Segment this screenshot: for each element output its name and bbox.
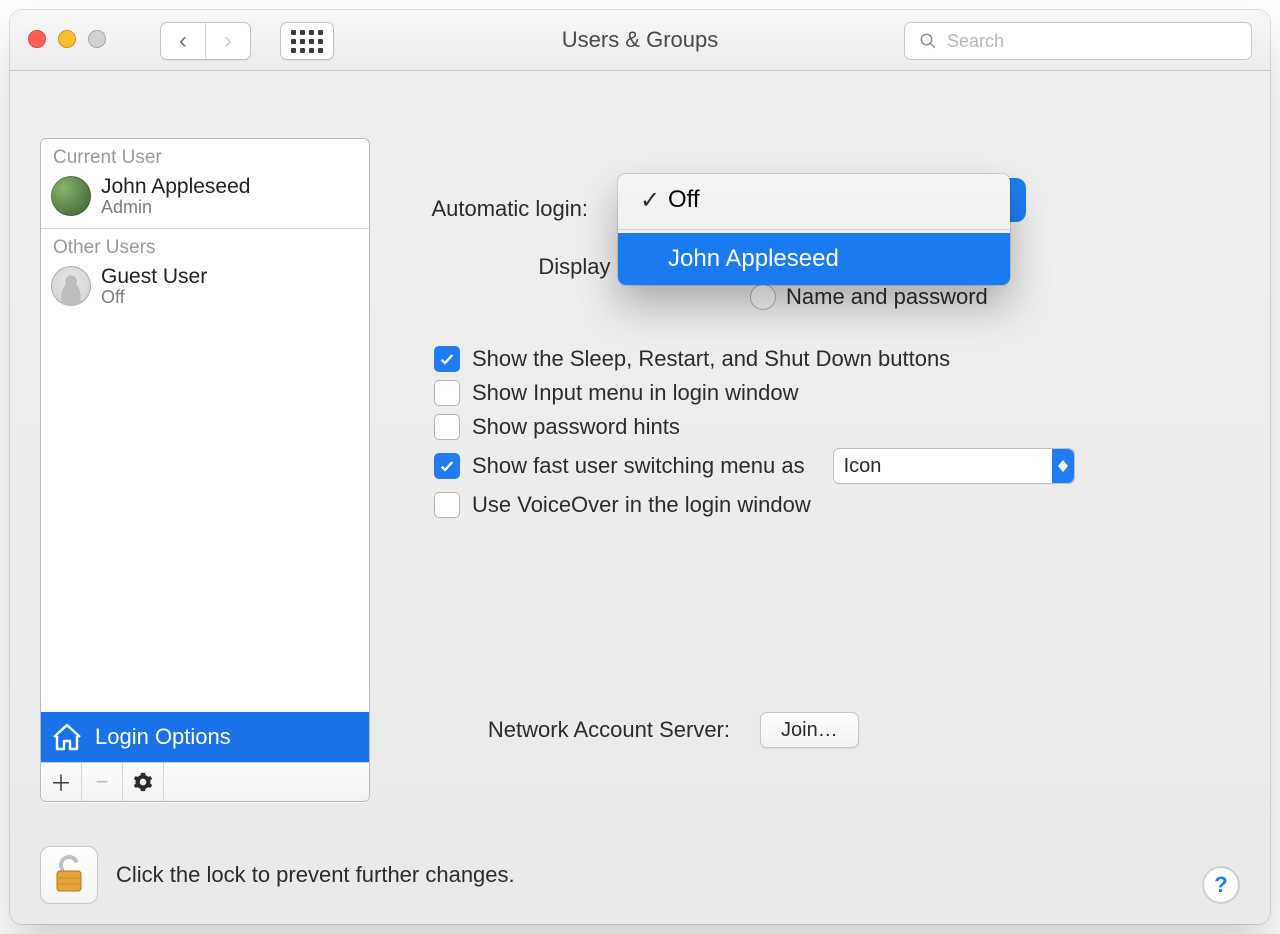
menu-item-label: Off <box>668 186 700 214</box>
sidebar-section-other: Other Users <box>41 229 369 261</box>
option-label: Show the Sleep, Restart, and Shut Down b… <box>472 346 950 372</box>
avatar <box>51 176 91 216</box>
sidebar-login-options[interactable]: Login Options <box>41 712 369 762</box>
help-button[interactable]: ? <box>1202 866 1240 904</box>
toolbar: ‹ › Users & Groups <box>10 10 1270 71</box>
sidebar-user-current[interactable]: John Appleseed Admin <box>41 171 369 224</box>
help-icon: ? <box>1214 872 1227 898</box>
minimize-window-button[interactable] <box>58 30 76 48</box>
join-button[interactable]: Join… <box>760 712 859 748</box>
option-label: Show password hints <box>472 414 680 440</box>
menu-separator <box>618 229 1010 230</box>
lock-button[interactable] <box>40 846 98 904</box>
menu-item-label: John Appleseed <box>668 245 839 273</box>
select-value: Icon <box>844 455 882 478</box>
sidebar-user-guest[interactable]: Guest User Off <box>41 261 369 314</box>
user-name: Guest User <box>101 265 207 288</box>
automatic-login-menu[interactable]: ✓ Off John Appleseed <box>618 174 1010 285</box>
grid-icon <box>291 30 323 53</box>
user-status: Off <box>101 288 207 308</box>
radio-name-and-password[interactable] <box>750 284 776 310</box>
zoom-window-button[interactable] <box>88 30 106 48</box>
automatic-login-label: Automatic login: <box>390 196 598 222</box>
user-name: John Appleseed <box>101 175 250 198</box>
checkbox[interactable] <box>434 453 460 479</box>
option-sleep-restart-shutdown[interactable]: Show the Sleep, Restart, and Shut Down b… <box>434 346 1240 372</box>
footer-text: Click the lock to prevent further change… <box>116 862 515 888</box>
close-window-button[interactable] <box>28 30 46 48</box>
checkbox[interactable] <box>434 414 460 440</box>
search-icon <box>919 32 937 50</box>
sidebar-section-current: Current User <box>41 139 369 171</box>
user-role: Admin <box>101 198 250 218</box>
checkbox[interactable] <box>434 492 460 518</box>
radio-label: Name and password <box>786 284 988 310</box>
footer: Click the lock to prevent further change… <box>40 846 1240 904</box>
option-fast-user-switching[interactable]: Show fast user switching menu as Icon <box>434 448 1240 484</box>
nav-buttons: ‹ › <box>160 22 251 60</box>
forward-button[interactable]: › <box>205 23 250 59</box>
menu-item-john-appleseed[interactable]: John Appleseed <box>618 233 1010 285</box>
select-end-cap <box>1008 178 1026 222</box>
show-all-button[interactable] <box>280 22 334 60</box>
fast-user-switching-select[interactable]: Icon <box>833 448 1075 484</box>
search-input[interactable] <box>945 30 1237 53</box>
check-icon: ✓ <box>638 186 662 215</box>
remove-user-button[interactable]: − <box>82 763 123 801</box>
option-label: Show fast user switching menu as <box>472 453 805 479</box>
back-button[interactable]: ‹ <box>161 23 205 59</box>
lock-open-icon <box>52 855 86 895</box>
menu-item-off[interactable]: ✓ Off <box>618 174 1010 226</box>
option-voiceover[interactable]: Use VoiceOver in the login window <box>434 492 1240 518</box>
option-label: Show Input menu in login window <box>472 380 799 406</box>
chevron-left-icon: ‹ <box>179 29 187 53</box>
join-button-label: Join… <box>781 719 838 742</box>
option-password-hints[interactable]: Show password hints <box>434 414 1240 440</box>
actions-menu-button[interactable] <box>123 763 164 801</box>
search-field[interactable] <box>904 22 1252 60</box>
preferences-window: ‹ › Users & Groups Current User <box>10 10 1270 924</box>
network-account-server-label: Network Account Server: <box>390 717 740 743</box>
option-label: Use VoiceOver in the login window <box>472 492 811 518</box>
gear-icon <box>133 772 153 792</box>
home-icon <box>51 723 83 751</box>
checkbox[interactable] <box>434 380 460 406</box>
login-options-label: Login Options <box>95 724 231 750</box>
sidebar-toolbar: ＋ − <box>41 762 369 801</box>
add-user-button[interactable]: ＋ <box>41 763 82 801</box>
users-sidebar: Current User John Appleseed Admin Other … <box>40 138 370 802</box>
option-input-menu[interactable]: Show Input menu in login window <box>434 380 1240 406</box>
checkbox[interactable] <box>434 346 460 372</box>
stepper-icon <box>1052 449 1074 483</box>
window-controls <box>28 30 106 48</box>
avatar <box>51 266 91 306</box>
chevron-right-icon: › <box>224 29 232 53</box>
